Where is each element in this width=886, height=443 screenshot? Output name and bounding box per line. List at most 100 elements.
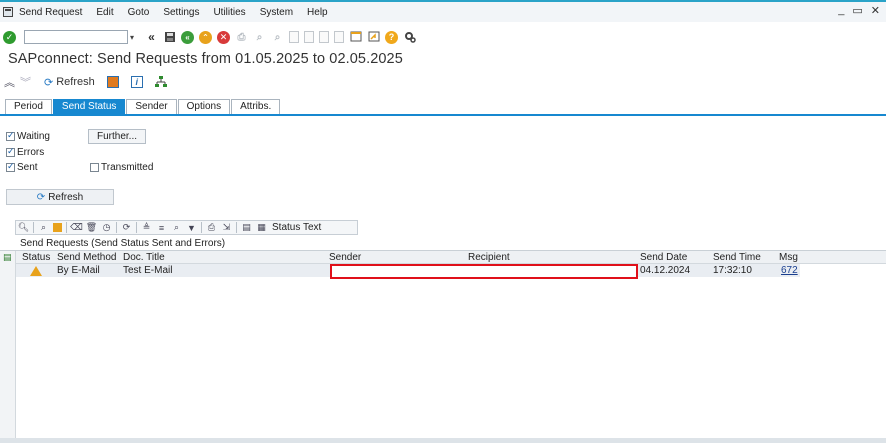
details-icon[interactable]: 🔍︎: [18, 222, 29, 233]
clock-icon[interactable]: ◷: [101, 222, 112, 233]
menu-goto[interactable]: Goto: [128, 7, 150, 18]
sort-descending-icon[interactable]: ≡: [156, 222, 167, 233]
errors-label: Errors: [17, 147, 45, 158]
find-next-icon[interactable]: ⌕: [271, 31, 284, 44]
back-arrows-icon[interactable]: «: [145, 30, 158, 44]
first-page-icon[interactable]: [289, 31, 299, 43]
refresh-toolbar-button[interactable]: ⟳ Refresh: [44, 76, 95, 89]
toolbar-separator: [116, 222, 117, 233]
column-header-send-method[interactable]: Send Method: [57, 252, 117, 263]
tab-attribs[interactable]: Attribs.: [231, 99, 281, 114]
collapse-up-icon[interactable]: ︽: [4, 74, 20, 90]
errors-option[interactable]: Errors: [6, 146, 45, 158]
find-binoculars-icon[interactable]: ⌕: [171, 222, 182, 233]
application-toolbar: ︽ ︾ ⟳ Refresh i: [4, 74, 167, 90]
further-button[interactable]: Further...: [88, 129, 146, 144]
minimize-icon[interactable]: _: [838, 4, 844, 17]
print-icon[interactable]: ⎙: [206, 222, 217, 233]
tab-send-status[interactable]: Send Status: [52, 99, 126, 114]
cell-msg-link[interactable]: 672: [781, 265, 798, 276]
column-header-send-time[interactable]: Send Time: [713, 252, 761, 263]
warning-icon: [30, 266, 42, 276]
next-page-icon[interactable]: [319, 31, 329, 43]
green-back-icon[interactable]: «: [181, 30, 194, 44]
select-layout-icon[interactable]: [53, 223, 62, 232]
system-menu-icon[interactable]: [3, 7, 13, 17]
toolbar-separator: [201, 222, 202, 233]
chevron-down-icon[interactable]: ▾: [130, 33, 140, 42]
page-title: SAPconnect: Send Requests from 01.05.202…: [8, 51, 403, 67]
customize-icon[interactable]: [403, 31, 416, 44]
sent-option[interactable]: Sent: [6, 161, 38, 173]
prev-page-icon[interactable]: [304, 31, 314, 43]
restore-icon[interactable]: ▭: [852, 4, 862, 17]
menu-utilities[interactable]: Utilities: [213, 7, 245, 18]
delete-icon[interactable]: ⌫: [70, 222, 83, 233]
tab-sender[interactable]: Sender: [126, 99, 177, 114]
waiting-checkbox[interactable]: [6, 130, 15, 141]
refresh-icon: ⟳: [44, 76, 54, 89]
filter-icon[interactable]: ▼: [186, 222, 197, 233]
toolbar-separator: [33, 222, 34, 233]
hierarchy-icon[interactable]: [154, 76, 167, 88]
status-text-icon: ▦: [257, 222, 266, 232]
layout-icon[interactable]: ▤: [241, 222, 252, 233]
exit-icon[interactable]: ⌃: [199, 30, 212, 44]
cell-send-time[interactable]: 17:32:10: [713, 265, 752, 276]
tab-strip: Period Send Status Sender Options Attrib…: [5, 99, 281, 114]
export-icon[interactable]: ⇲: [221, 222, 232, 233]
shortcut-icon[interactable]: [367, 31, 380, 44]
refresh-button[interactable]: ⟳ Refresh: [6, 189, 114, 205]
display-document-icon[interactable]: [106, 76, 119, 88]
tab-period[interactable]: Period: [5, 99, 52, 114]
find-icon[interactable]: ⌕: [38, 222, 49, 233]
expand-down-icon[interactable]: ︾: [20, 74, 36, 90]
save-icon[interactable]: [163, 31, 176, 44]
standard-toolbar: ✓ ▾ « « ⌃ ✕ ⎙ ⌕ ⌕ ?: [0, 26, 886, 48]
last-page-icon[interactable]: [334, 31, 344, 43]
sent-checkbox[interactable]: [6, 161, 15, 172]
column-header-recipient[interactable]: Recipient: [468, 252, 510, 263]
select-all-icon[interactable]: ▤: [3, 252, 12, 263]
command-field[interactable]: [24, 30, 128, 44]
toolbar-separator: [136, 222, 137, 233]
menu-send-request[interactable]: Send Request: [19, 7, 82, 18]
window-controls: _ ▭ ✕: [838, 4, 880, 17]
waiting-label: Waiting: [17, 131, 50, 142]
sort-ascending-icon[interactable]: ≜: [141, 222, 152, 233]
column-header-status[interactable]: Status: [22, 252, 50, 263]
cell-send-date[interactable]: 04.12.2024: [640, 265, 690, 276]
menu-edit[interactable]: Edit: [96, 7, 113, 18]
cancel-icon[interactable]: ✕: [217, 30, 230, 44]
column-header-doc-title[interactable]: Doc. Title: [123, 252, 165, 263]
new-session-icon[interactable]: [349, 31, 362, 44]
status-text-button[interactable]: Status Text: [272, 222, 321, 233]
errors-checkbox[interactable]: [6, 146, 15, 157]
ok-icon[interactable]: ✓: [3, 30, 16, 44]
alv-toolbar: 🔍︎ ⌕ ⌫ 🗑︎ ◷ ⟳ ≜ ≡ ⌕ ▼ ⎙ ⇲ ▤ ▦ Status Tex…: [15, 220, 358, 235]
close-icon[interactable]: ✕: [871, 4, 880, 17]
refresh-button-label: Refresh: [48, 191, 84, 203]
grid-title: Send Requests (Send Status Sent and Erro…: [20, 238, 226, 249]
cell-send-method[interactable]: By E-Mail: [57, 265, 100, 276]
menu-system[interactable]: System: [260, 7, 293, 18]
toolbar-separator: [66, 222, 67, 233]
column-header-send-date[interactable]: Send Date: [640, 252, 687, 263]
tab-underline: [0, 114, 886, 116]
refresh-icon[interactable]: ⟳: [121, 222, 132, 233]
column-header-msg[interactable]: Msg: [779, 252, 798, 263]
refresh-toolbar-label: Refresh: [56, 76, 95, 88]
cell-doc-title[interactable]: Test E-Mail: [123, 265, 172, 276]
tab-options[interactable]: Options: [177, 99, 231, 114]
transmitted-checkbox[interactable]: [90, 163, 99, 172]
trash-icon[interactable]: 🗑︎: [86, 222, 97, 233]
menu-help[interactable]: Help: [307, 7, 328, 18]
column-header-sender[interactable]: Sender: [329, 252, 361, 263]
info-icon[interactable]: i: [130, 76, 143, 88]
help-icon[interactable]: ?: [385, 30, 398, 44]
waiting-option[interactable]: Waiting: [6, 130, 50, 142]
find-icon[interactable]: ⌕: [253, 31, 266, 44]
transmitted-option[interactable]: Transmitted: [90, 162, 153, 173]
menu-settings[interactable]: Settings: [163, 7, 199, 18]
print-icon[interactable]: ⎙: [235, 31, 248, 44]
